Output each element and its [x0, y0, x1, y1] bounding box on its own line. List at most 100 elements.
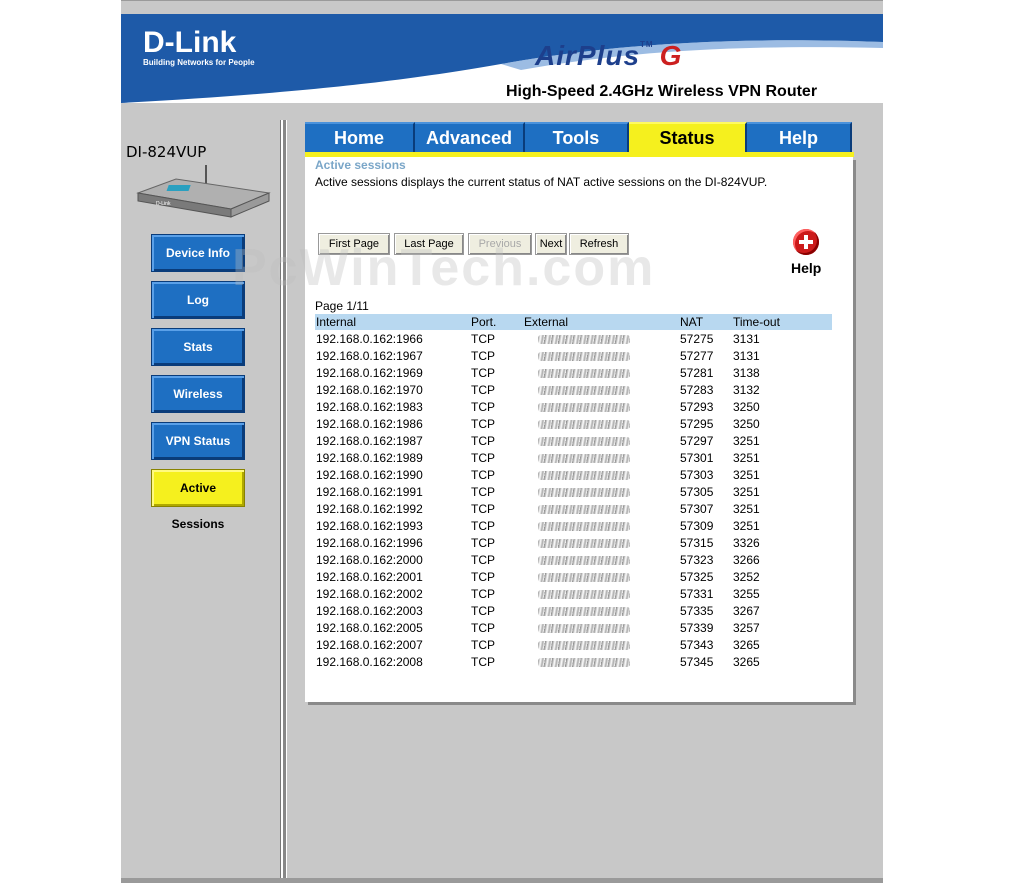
redacted-address	[538, 657, 630, 667]
cell-internal: 192.168.0.162:2007	[316, 637, 423, 652]
sidebar-item-log[interactable]: Log	[151, 281, 245, 319]
dlink-logo: D-Link	[143, 26, 237, 59]
sessions-table: Internal Port. External NAT Time-out 192…	[315, 314, 832, 670]
table-row: 192.168.0.162:2005 TCP 57339 3257	[315, 619, 832, 636]
table-row: 192.168.0.162:1967 TCP 57277 3131	[315, 347, 832, 364]
next-button[interactable]: Next	[535, 233, 567, 255]
table-row: 192.168.0.162:2003 TCP 57335 3267	[315, 602, 832, 619]
table-row: 192.168.0.162:2000 TCP 57323 3266	[315, 551, 832, 568]
tab-tools[interactable]: Tools	[525, 122, 629, 152]
cell-external	[523, 517, 679, 534]
svg-text:D-Link: D-Link	[156, 201, 171, 207]
redacted-address	[538, 572, 630, 582]
table-header-row: Internal Port. External NAT Time-out	[315, 314, 832, 330]
cell-external	[523, 466, 679, 483]
cell-internal: 192.168.0.162:2002	[316, 586, 423, 601]
table-row: 192.168.0.162:1986 TCP 57295 3250	[315, 415, 832, 432]
cell-external	[523, 636, 679, 653]
table-row: 192.168.0.162:2001 TCP 57325 3252	[315, 568, 832, 585]
cell-port: TCP	[471, 484, 495, 499]
table-row: 192.168.0.162:1991 TCP 57305 3251	[315, 483, 832, 500]
first-page-button[interactable]: First Page	[318, 233, 390, 255]
header-internal: Internal	[315, 314, 470, 330]
cell-external	[523, 534, 679, 551]
last-page-button[interactable]: Last Page	[394, 233, 464, 255]
cell-external	[523, 449, 679, 466]
cell-external	[523, 585, 679, 602]
table-row: 192.168.0.162:2007 TCP 57343 3265	[315, 636, 832, 653]
help-plus-icon[interactable]	[793, 229, 819, 255]
cell-internal: 192.168.0.162:1986	[316, 416, 423, 431]
cell-nat: 57331	[680, 586, 714, 601]
dlink-tagline: Building Networks for People	[143, 58, 255, 67]
cell-port: TCP	[471, 620, 495, 635]
cell-internal: 192.168.0.162:1996	[316, 535, 423, 550]
redacted-address	[538, 640, 630, 650]
sidebar-item-device-info[interactable]: Device Info	[151, 234, 245, 272]
cell-timeout: 3131	[733, 331, 760, 346]
refresh-button[interactable]: Refresh	[569, 233, 629, 255]
redacted-address	[538, 606, 630, 616]
cell-timeout: 3255	[733, 586, 760, 601]
cell-timeout: 3251	[733, 450, 760, 465]
cell-nat: 57293	[680, 399, 714, 414]
cell-nat: 57335	[680, 603, 714, 618]
tab-status[interactable]: Status	[629, 122, 747, 152]
help-link[interactable]: Help	[791, 260, 821, 276]
table-row: 192.168.0.162:1987 TCP 57297 3251	[315, 432, 832, 449]
main-tabs: Home Advanced Tools Status Help	[305, 122, 854, 154]
cell-external	[523, 381, 679, 398]
cell-port: TCP	[471, 433, 495, 448]
sidebar-item-active-sessions[interactable]: Active Sessions	[151, 469, 245, 531]
cell-port: TCP	[471, 501, 495, 516]
product-subtitle: High-Speed 2.4GHz Wireless VPN Router	[506, 83, 818, 100]
cell-timeout: 3257	[733, 620, 760, 635]
cell-timeout: 3132	[733, 382, 760, 397]
cell-internal: 192.168.0.162:1987	[316, 433, 423, 448]
cell-external	[523, 330, 679, 347]
cell-external	[523, 653, 679, 670]
previous-button[interactable]: Previous	[468, 233, 532, 255]
router-image: D-Link	[136, 165, 271, 218]
cell-internal: 192.168.0.162:1967	[316, 348, 423, 363]
cell-internal: 192.168.0.162:2003	[316, 603, 423, 618]
cell-internal: 192.168.0.162:2000	[316, 552, 423, 567]
tab-advanced[interactable]: Advanced	[415, 122, 525, 152]
tab-home[interactable]: Home	[305, 122, 415, 152]
cell-external	[523, 364, 679, 381]
cell-nat: 57343	[680, 637, 714, 652]
cell-port: TCP	[471, 552, 495, 567]
airplus-logo: AirPlusTM G	[535, 40, 682, 72]
airplus-g: G	[659, 40, 683, 71]
cell-internal: 192.168.0.162:2001	[316, 569, 423, 584]
device-model: DI-824VUP	[126, 143, 207, 161]
section-description: Active sessions displays the current sta…	[315, 175, 768, 189]
header-nat: NAT	[679, 314, 732, 330]
cell-external	[523, 602, 679, 619]
cell-port: TCP	[471, 518, 495, 533]
cell-port: TCP	[471, 467, 495, 482]
tab-help[interactable]: Help	[747, 122, 852, 152]
sidebar-item-vpn-status[interactable]: VPN Status	[151, 422, 245, 460]
header-port: Port.	[470, 314, 523, 330]
cell-port: TCP	[471, 654, 495, 669]
redacted-address	[538, 623, 630, 633]
sidebar-item-wireless[interactable]: Wireless	[151, 375, 245, 413]
cell-port: TCP	[471, 603, 495, 618]
cell-internal: 192.168.0.162:1983	[316, 399, 423, 414]
cell-timeout: 3252	[733, 569, 760, 584]
cell-nat: 57297	[680, 433, 714, 448]
table-row: 192.168.0.162:1996 TCP 57315 3326	[315, 534, 832, 551]
redacted-address	[538, 521, 630, 531]
cell-port: TCP	[471, 450, 495, 465]
redacted-address	[538, 589, 630, 599]
cell-external	[523, 619, 679, 636]
cell-timeout: 3251	[733, 433, 760, 448]
cell-port: TCP	[471, 586, 495, 601]
sidebar-item-stats[interactable]: Stats	[151, 328, 245, 366]
cell-internal: 192.168.0.162:2005	[316, 620, 423, 635]
cell-timeout: 3250	[733, 399, 760, 414]
cell-timeout: 3266	[733, 552, 760, 567]
header-external: External	[523, 314, 679, 330]
cell-external	[523, 415, 679, 432]
